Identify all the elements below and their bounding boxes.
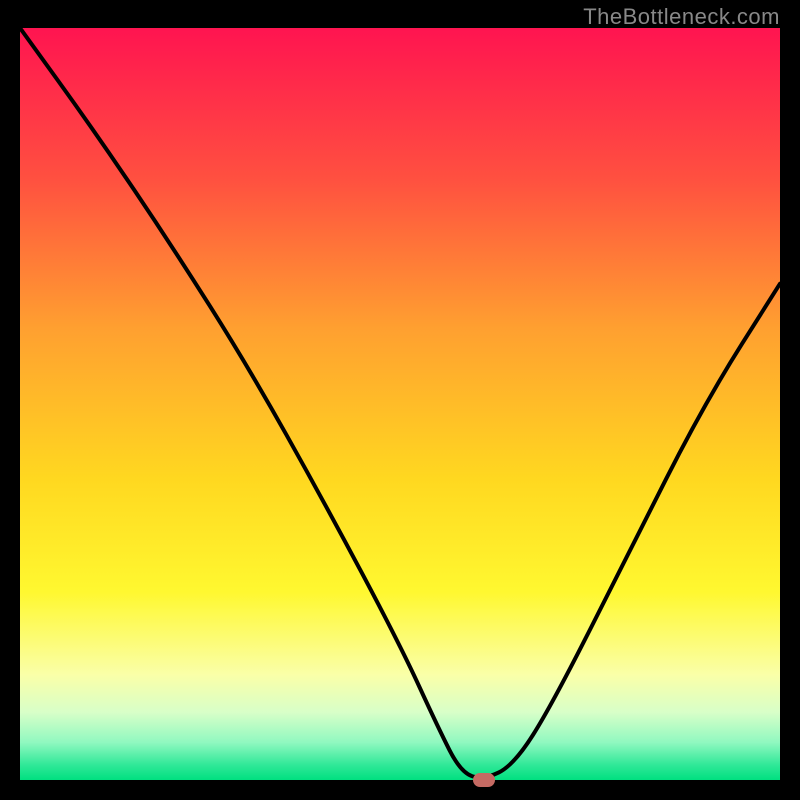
chart-frame: TheBottleneck.com [0,0,800,800]
optimal-point-marker [473,773,495,787]
background-gradient [20,28,780,780]
plot-area [20,28,780,780]
watermark-text: TheBottleneck.com [583,4,780,30]
